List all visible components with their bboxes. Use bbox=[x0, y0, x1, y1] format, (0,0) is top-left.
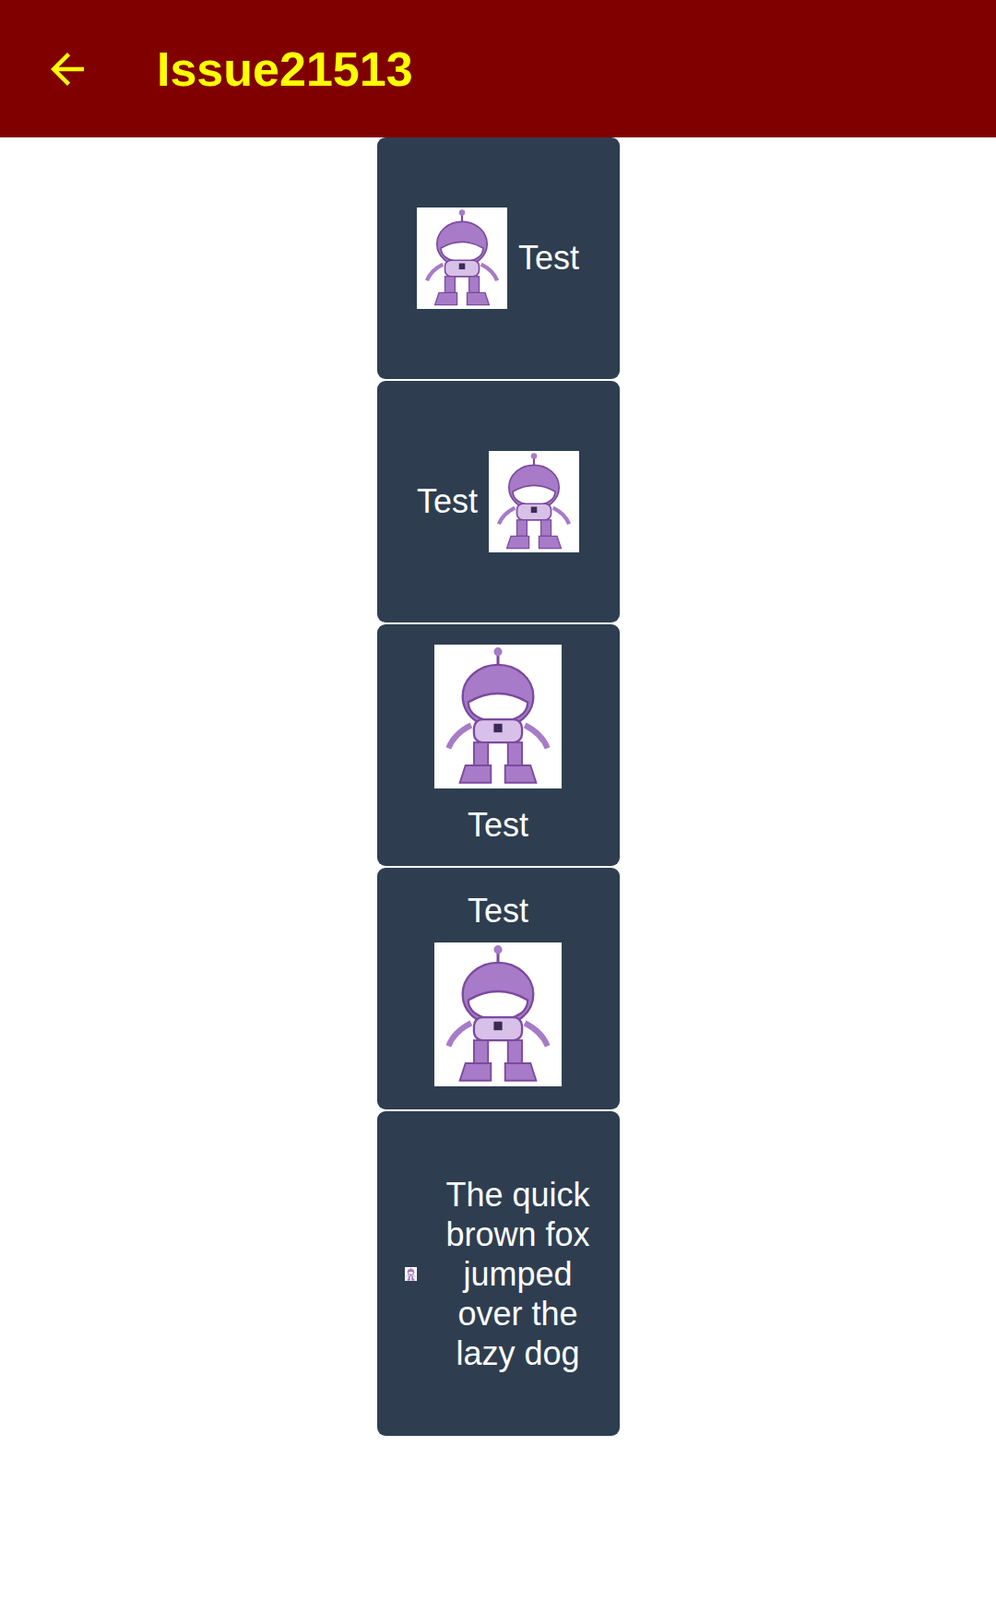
image-button[interactable]: Test bbox=[377, 867, 620, 1110]
robot-icon bbox=[404, 1267, 417, 1281]
image-button[interactable]: Test bbox=[377, 624, 620, 866]
image-button[interactable]: Test bbox=[377, 137, 620, 380]
robot-icon bbox=[416, 207, 508, 309]
robot-icon bbox=[434, 644, 562, 789]
button-label: Test bbox=[416, 481, 478, 522]
image-button[interactable]: The quick brown fox jumped over the lazy… bbox=[377, 1111, 620, 1436]
page-title: Issue21513 bbox=[156, 41, 414, 97]
robot-icon bbox=[488, 450, 580, 553]
button-list: Test Test Test Test The quick brown fox jump… bbox=[0, 137, 996, 1436]
button-label: Test bbox=[518, 237, 580, 278]
image-button[interactable]: Test bbox=[377, 380, 620, 623]
robot-icon bbox=[434, 942, 562, 1087]
button-label: Test bbox=[467, 890, 529, 931]
button-label: The quick brown fox jumped over the lazy… bbox=[444, 1174, 593, 1374]
button-label: Test bbox=[467, 805, 529, 845]
page: Issue21513 Test Test Test Test The quick brow… bbox=[0, 0, 996, 1600]
back-arrow-icon[interactable] bbox=[42, 44, 93, 95]
toolbar: Issue21513 bbox=[0, 0, 996, 138]
